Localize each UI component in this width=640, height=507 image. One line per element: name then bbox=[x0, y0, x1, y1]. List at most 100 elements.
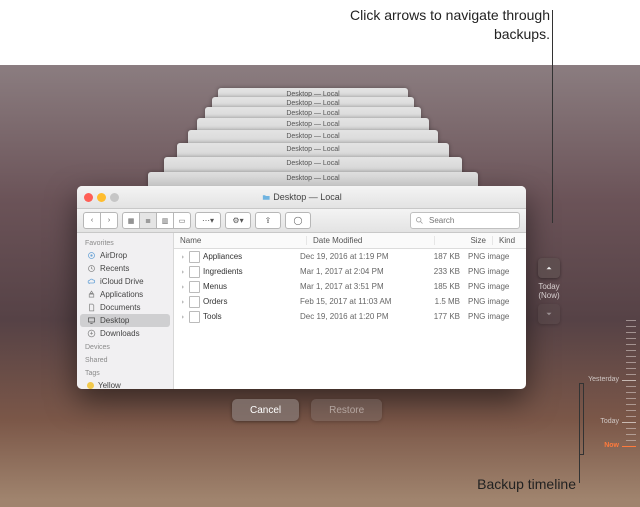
disclosure-triangle-icon bbox=[180, 284, 186, 290]
file-name: Appliances bbox=[203, 252, 242, 261]
window-controls[interactable] bbox=[84, 193, 119, 202]
minimize-icon[interactable] bbox=[97, 193, 106, 202]
document-icon bbox=[87, 303, 96, 312]
col-name[interactable]: Name bbox=[174, 236, 307, 245]
file-name: Ingredients bbox=[203, 267, 243, 276]
col-date[interactable]: Date Modified bbox=[307, 236, 435, 245]
file-size: 177 KB bbox=[415, 312, 468, 321]
timeline-yesterday: Yesterday bbox=[588, 376, 619, 383]
table-row[interactable]: Menus Mar 1, 2017 at 3:51 PM185 KBPNG ima… bbox=[174, 279, 526, 294]
file-icon bbox=[189, 251, 200, 263]
file-icon bbox=[189, 281, 200, 293]
file-kind: PNG image bbox=[468, 252, 526, 261]
col-kind[interactable]: Kind bbox=[493, 236, 526, 245]
callout-navigate-arrows: Click arrows to navigate through backups… bbox=[320, 6, 550, 44]
airdrop-icon bbox=[87, 251, 96, 260]
col-size[interactable]: Size bbox=[435, 236, 493, 245]
sidebar: Favorites AirDrop Recents iCloud Drive A… bbox=[77, 233, 174, 389]
file-date: Mar 1, 2017 at 3:51 PM bbox=[300, 282, 415, 291]
nav-newer-button[interactable] bbox=[538, 304, 560, 324]
sidebar-tags-header: Tags bbox=[77, 366, 173, 379]
sidebar-item-desktop[interactable]: Desktop bbox=[80, 314, 170, 327]
view-switcher[interactable]: ▦ ≣ ▥ ▭ bbox=[122, 212, 191, 229]
chevron-up-icon bbox=[544, 263, 554, 273]
tags-button[interactable]: ◯ bbox=[285, 212, 311, 229]
table-row[interactable]: Appliances Dec 19, 2016 at 1:19 PM187 KBP… bbox=[174, 249, 526, 264]
file-icon bbox=[189, 311, 200, 323]
restore-button[interactable]: Restore bbox=[311, 399, 382, 421]
sidebar-item-downloads[interactable]: Downloads bbox=[77, 327, 173, 340]
file-kind: PNG image bbox=[468, 267, 526, 276]
sidebar-shared-header: Shared bbox=[77, 353, 173, 366]
toolbar: ‹ › ▦ ≣ ▥ ▭ ⋯ ▾ ⚙︎ ▾ ⇪ ◯ bbox=[77, 209, 526, 233]
cloud-icon bbox=[87, 277, 96, 286]
sidebar-item-icloud[interactable]: iCloud Drive bbox=[77, 275, 173, 288]
table-row[interactable]: Ingredients Mar 1, 2017 at 2:04 PM233 KBP… bbox=[174, 264, 526, 279]
file-date: Dec 19, 2016 at 1:19 PM bbox=[300, 252, 415, 261]
file-size: 1.5 MB bbox=[415, 297, 468, 306]
file-date: Dec 19, 2016 at 1:20 PM bbox=[300, 312, 415, 321]
file-size: 187 KB bbox=[415, 252, 468, 261]
view-icon-button[interactable]: ▦ bbox=[123, 213, 140, 228]
nav-current-label: Today (Now) bbox=[536, 282, 562, 300]
cancel-button[interactable]: Cancel bbox=[232, 399, 299, 421]
search-field[interactable] bbox=[410, 212, 520, 229]
sidebar-devices-header: Devices bbox=[77, 340, 173, 353]
callout-backup-timeline: Backup timeline bbox=[426, 476, 576, 492]
timeline-now: Now bbox=[604, 442, 619, 449]
file-name: Tools bbox=[203, 312, 222, 321]
share-button[interactable]: ⇪ bbox=[255, 212, 281, 229]
view-column-button[interactable]: ▥ bbox=[157, 213, 174, 228]
search-input[interactable] bbox=[427, 215, 501, 226]
apps-icon bbox=[87, 290, 96, 299]
desktop-icon bbox=[87, 316, 96, 325]
file-date: Feb 15, 2017 at 11:03 AM bbox=[300, 297, 415, 306]
sidebar-favorites-header: Favorites bbox=[77, 236, 173, 249]
action-buttons: Cancel Restore bbox=[232, 399, 382, 421]
sidebar-item-airdrop[interactable]: AirDrop bbox=[77, 249, 173, 262]
view-list-button[interactable]: ≣ bbox=[140, 213, 157, 228]
zoom-icon[interactable] bbox=[110, 193, 119, 202]
clock-icon bbox=[87, 264, 96, 273]
nav-older-button[interactable] bbox=[538, 258, 560, 278]
time-machine-stage: Click arrows to navigate through backups… bbox=[0, 0, 640, 507]
group-button[interactable]: ⋯ ▾ bbox=[195, 212, 221, 229]
back-button[interactable]: ‹ bbox=[84, 213, 101, 228]
table-row[interactable]: Tools Dec 19, 2016 at 1:20 PM177 KBPNG im… bbox=[174, 309, 526, 324]
forward-button[interactable]: › bbox=[101, 213, 117, 228]
titlebar: Desktop — Local bbox=[77, 186, 526, 209]
disclosure-triangle-icon bbox=[180, 269, 186, 275]
sidebar-item-applications[interactable]: Applications bbox=[77, 288, 173, 301]
view-gallery-button[interactable]: ▭ bbox=[174, 213, 190, 228]
file-size: 185 KB bbox=[415, 282, 468, 291]
file-icon bbox=[189, 296, 200, 308]
sidebar-tag-yellow[interactable]: Yellow bbox=[77, 379, 173, 389]
close-icon[interactable] bbox=[84, 193, 93, 202]
window-title: Desktop — Local bbox=[261, 192, 342, 202]
file-date: Mar 1, 2017 at 2:04 PM bbox=[300, 267, 415, 276]
sidebar-item-documents[interactable]: Documents bbox=[77, 301, 173, 314]
column-headers[interactable]: Name Date Modified Size Kind bbox=[174, 233, 526, 249]
folder-icon bbox=[261, 193, 270, 202]
disclosure-triangle-icon bbox=[180, 299, 186, 305]
finder-window: Desktop — Local ‹ › ▦ ≣ ▥ ▭ ⋯ ▾ ⚙︎ ▾ ⇪ ◯ bbox=[77, 186, 526, 389]
file-name: Orders bbox=[203, 297, 227, 306]
disclosure-triangle-icon bbox=[180, 314, 186, 320]
chevron-down-icon bbox=[544, 309, 554, 319]
file-kind: PNG image bbox=[468, 282, 526, 291]
file-name: Menus bbox=[203, 282, 227, 291]
action-button[interactable]: ⚙︎ ▾ bbox=[225, 212, 251, 229]
file-kind: PNG image bbox=[468, 312, 526, 321]
file-kind: PNG image bbox=[468, 297, 526, 306]
file-list: Name Date Modified Size Kind Appliances D… bbox=[174, 233, 526, 389]
nav-back-forward[interactable]: ‹ › bbox=[83, 212, 118, 229]
sidebar-item-recents[interactable]: Recents bbox=[77, 262, 173, 275]
callout-line bbox=[552, 10, 553, 223]
callout-line bbox=[579, 383, 580, 483]
backup-timeline[interactable]: Yesterday Today Now bbox=[578, 320, 636, 470]
download-icon bbox=[87, 329, 96, 338]
search-icon bbox=[415, 216, 424, 225]
file-size: 233 KB bbox=[415, 267, 468, 276]
disclosure-triangle-icon bbox=[180, 254, 186, 260]
table-row[interactable]: Orders Feb 15, 2017 at 11:03 AM1.5 MBPNG … bbox=[174, 294, 526, 309]
